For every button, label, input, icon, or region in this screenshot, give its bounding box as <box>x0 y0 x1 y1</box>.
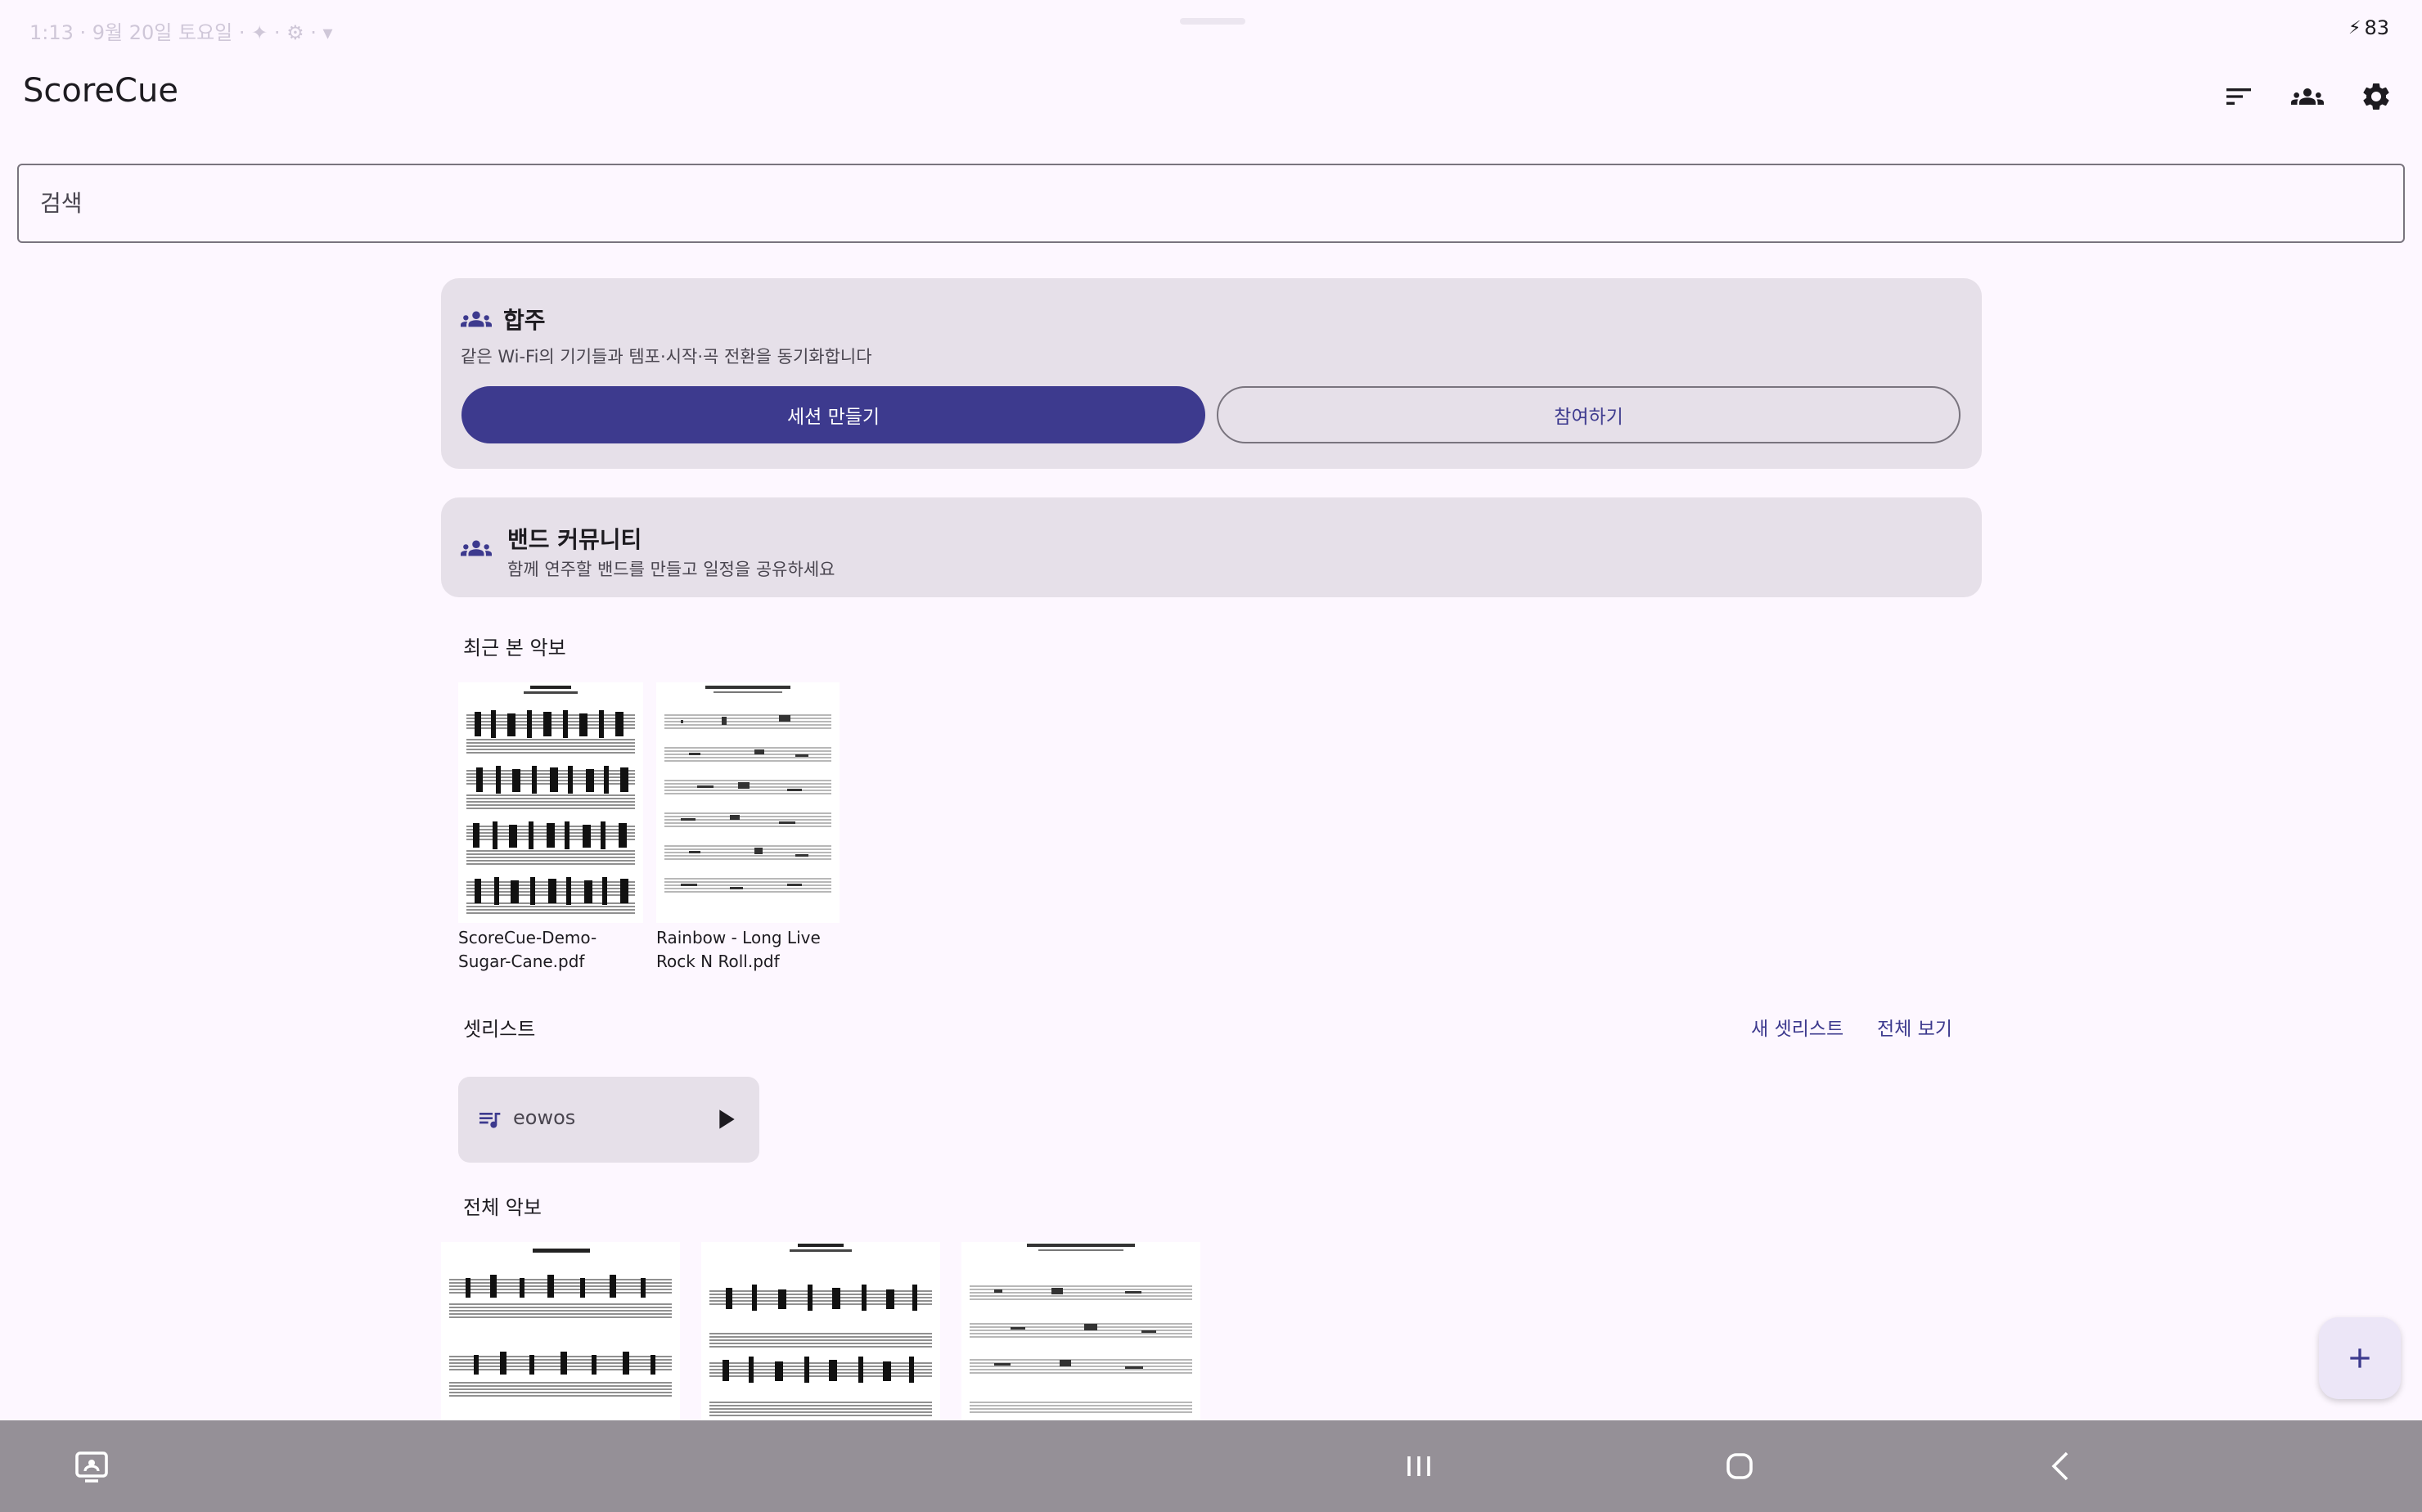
add-score-button[interactable] <box>2319 1317 2401 1399</box>
status-time-date: 1:13 · 9월 20일 토요일 · ✦ · ⚙ · ▾ <box>29 21 333 44</box>
view-all-setlists-button[interactable]: 전체 보기 <box>1877 1013 1952 1041</box>
recent-score-filename: Rainbow - Long Live Rock N Roll.pdf <box>656 928 821 971</box>
create-session-button[interactable]: 세션 만들기 <box>461 386 1205 443</box>
play-icon[interactable] <box>709 1103 741 1136</box>
band-community-description: 함께 연주할 밴드를 만들고 일정을 공유하세요 <box>507 560 835 579</box>
battery-level: 83 <box>2364 16 2389 39</box>
search-input[interactable] <box>40 190 2403 217</box>
recent-scores-title: 최근 본 악보 <box>463 637 566 659</box>
ensemble-card: 합주 같은 Wi-Fi의 기기들과 템포·시작·곡 전환을 동기화합니다 세션 … <box>441 278 1982 469</box>
screen-mirror-button[interactable] <box>72 1447 111 1486</box>
app-title: ScoreCue <box>23 72 178 110</box>
queue-music-icon <box>479 1113 501 1128</box>
screen-mirror-icon <box>75 1451 108 1483</box>
recents-icon <box>1407 1456 1430 1476</box>
gear-icon <box>2363 83 2389 110</box>
back-button[interactable] <box>2042 1447 2082 1486</box>
home-icon <box>1726 1453 1753 1479</box>
tab-music-thumbnail <box>656 682 840 923</box>
ensemble-title: 합주 <box>503 307 546 334</box>
add-icon <box>2350 1348 2370 1368</box>
join-session-button[interactable]: 참여하기 <box>1217 386 1961 443</box>
band-community-title: 밴드 커뮤니티 <box>507 526 642 553</box>
new-setlist-button[interactable]: 새 셋리스트 <box>1751 1013 1844 1041</box>
group-icon <box>461 311 492 327</box>
sheet-music-thumbnail <box>458 682 643 923</box>
recent-score-thumbnail[interactable] <box>656 682 840 923</box>
settings-button[interactable] <box>2353 74 2399 119</box>
charging-icon: ⚡ <box>2348 17 2361 38</box>
recent-score-filename: ScoreCue-Demo-Sugar-Cane.pdf <box>458 928 597 971</box>
all-scores-title: 전체 악보 <box>463 1196 542 1219</box>
sort-icon <box>2226 88 2251 105</box>
recents-button[interactable] <box>1399 1447 1438 1486</box>
search-field[interactable] <box>17 164 2405 243</box>
band-community-card[interactable]: 밴드 커뮤니티 함께 연주할 밴드를 만들고 일정을 공유하세요 <box>441 497 1982 597</box>
home-button[interactable] <box>1720 1447 1759 1486</box>
group-icon <box>461 540 492 556</box>
band-community-button[interactable] <box>2285 74 2330 119</box>
ensemble-header: 합주 <box>461 303 546 335</box>
setlists-title: 셋리스트 <box>463 1018 536 1041</box>
score-thumbnail[interactable] <box>441 1242 680 1420</box>
recent-score-thumbnail[interactable] <box>458 682 643 923</box>
group-icon <box>2291 88 2324 105</box>
back-icon <box>2051 1451 2069 1481</box>
setlist-item[interactable]: eowos <box>458 1077 759 1163</box>
top-actions <box>2216 74 2399 119</box>
battery-indicator: ⚡ 83 <box>2348 16 2389 39</box>
status-handle <box>1180 18 1245 25</box>
score-thumbnail[interactable] <box>701 1242 940 1420</box>
system-navigation-bar <box>0 1420 2422 1512</box>
tab-music-thumbnail <box>961 1242 1200 1420</box>
sort-button[interactable] <box>2216 74 2262 119</box>
setlist-name: eowos <box>513 1106 576 1129</box>
sheet-music-thumbnail <box>701 1242 940 1420</box>
status-bar: 1:13 · 9월 20일 토요일 · ✦ · ⚙ · ▾ ⚡ 83 <box>0 0 2422 57</box>
score-thumbnail[interactable] <box>961 1242 1200 1420</box>
ensemble-description: 같은 Wi-Fi의 기기들과 템포·시작·곡 전환을 동기화합니다 <box>461 347 872 367</box>
sheet-music-thumbnail <box>441 1242 680 1420</box>
